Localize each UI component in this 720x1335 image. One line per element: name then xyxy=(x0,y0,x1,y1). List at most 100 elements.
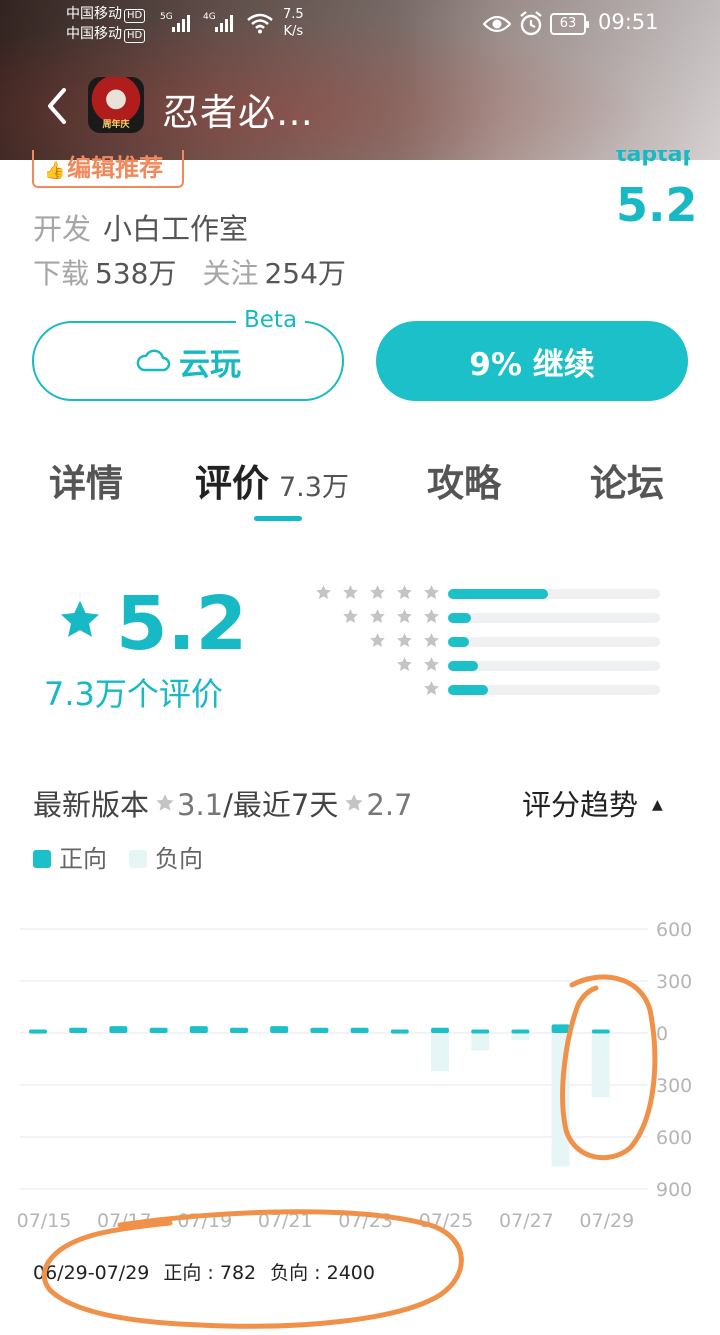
distribution-row-5-star xyxy=(300,584,660,604)
star-icon xyxy=(397,609,412,624)
positive-bar xyxy=(551,1024,570,1033)
positive-bar xyxy=(270,1026,289,1033)
header-banner: 中国移动 HD 中国移动 HD 5G 4G 7.5 K/s 63 09:51 周… xyxy=(0,0,720,160)
tab-details[interactable]: 详情 xyxy=(49,458,123,510)
star-icon xyxy=(424,585,439,600)
cloud-icon xyxy=(136,349,171,372)
legend-positive-label: 正向 xyxy=(59,845,107,873)
net-speed-value: 7.5 xyxy=(283,7,304,22)
positive-bar xyxy=(431,1027,449,1033)
recent-7-days-label: /最近7天 xyxy=(223,788,339,822)
range-dates: 06/29-07/29 xyxy=(33,1262,150,1284)
range-positive: 正向 : 782 xyxy=(163,1262,257,1284)
positive-bar xyxy=(29,1029,47,1034)
app-icon: 周年庆 xyxy=(88,77,144,133)
star-icon xyxy=(424,657,439,672)
downloads-label: 下载 xyxy=(33,257,90,290)
star-icon xyxy=(424,633,439,648)
score-trend-chart: 600 300 0 300 600 900 07/15 07/17 07/19 07/21 07/2… xyxy=(0,900,720,1230)
eye-icon xyxy=(483,15,511,33)
distribution-stars xyxy=(342,608,440,628)
star-icon xyxy=(397,585,412,600)
positive-bar xyxy=(310,1027,329,1033)
y-tick-label: 600 xyxy=(656,919,692,941)
x-tick-label: 07/17 xyxy=(97,1210,152,1230)
tab-guide[interactable]: 攻略 xyxy=(427,458,501,510)
signal-icon-2 xyxy=(215,14,233,32)
distribution-bar-fill xyxy=(448,637,470,647)
positive-bar xyxy=(109,1026,128,1033)
star-icon xyxy=(424,681,439,696)
x-tick-label: 07/19 xyxy=(177,1210,232,1230)
x-tick-label: 07/25 xyxy=(419,1210,474,1230)
positive-bar xyxy=(471,1029,490,1034)
tab-reviews[interactable]: 评价 7.3万 xyxy=(195,458,349,514)
y-tick-label: 0 xyxy=(656,1023,668,1045)
positive-bar xyxy=(511,1029,530,1034)
tab-reviews-label: 评价 xyxy=(195,462,269,505)
distribution-bar-track xyxy=(448,589,660,599)
x-tick-label: 07/21 xyxy=(258,1210,313,1230)
positive-bar xyxy=(350,1027,369,1033)
y-tick-label: 900 xyxy=(656,1179,692,1201)
distribution-stars xyxy=(423,680,440,700)
developer-row: 开发 小白工作室 xyxy=(33,210,248,248)
editor-pick-tag: 👍编辑推荐 xyxy=(32,150,184,188)
follows-label: 关注 xyxy=(202,257,259,290)
positive-bar xyxy=(149,1027,168,1033)
net-speed: 7.5 K/s xyxy=(283,6,304,40)
developer-name[interactable]: 小白工作室 xyxy=(103,212,248,246)
distribution-row-1-star xyxy=(300,680,660,700)
back-arrow-icon[interactable] xyxy=(42,86,72,126)
positive-bar xyxy=(230,1027,248,1033)
app-title: 忍者必… xyxy=(162,91,314,134)
positive-bar xyxy=(189,1026,208,1033)
rating-star-icon xyxy=(60,600,100,637)
hd-badge-2: HD xyxy=(124,29,146,43)
star-icon xyxy=(345,794,364,811)
rating-score: 5.2 xyxy=(116,581,248,667)
distribution-bar-fill xyxy=(448,589,548,599)
stats-row: 下载 538万 关注 254万 xyxy=(33,255,372,293)
taptap-brand: taptap xyxy=(616,150,690,167)
continue-download-button[interactable]: 9% 继续 xyxy=(376,321,688,401)
star-icon xyxy=(343,585,358,600)
distribution-stars xyxy=(396,656,440,676)
network-5g-label: 5G xyxy=(160,12,173,22)
y-tick-label: 600 xyxy=(656,1127,692,1149)
caret-up-icon: ▲ xyxy=(652,797,663,813)
negative-bar xyxy=(591,1033,610,1098)
carrier-1: 中国移动 xyxy=(66,6,122,22)
distribution-row-4-star xyxy=(300,608,660,628)
star-icon xyxy=(343,609,358,624)
star-icon xyxy=(397,633,412,648)
tab-reviews-count: 7.3万 xyxy=(279,472,349,503)
legend-positive: 正向 xyxy=(33,844,107,874)
signal-icon xyxy=(172,14,190,32)
star-icon xyxy=(424,609,439,624)
star-icon xyxy=(370,633,385,648)
distribution-stars xyxy=(369,632,440,652)
distribution-bar-fill xyxy=(448,685,489,695)
x-tick-label: 07/27 xyxy=(499,1210,554,1230)
score-trend-chart-svg: 600 300 0 300 600 900 07/15 07/17 07/19 07/21 07/2… xyxy=(17,919,693,1230)
score-trend-toggle[interactable]: 评分趋势 ▲ xyxy=(522,786,663,824)
active-tab-indicator xyxy=(254,516,302,521)
star-icon xyxy=(156,794,174,811)
thumbs-up-icon: 👍 xyxy=(44,161,66,181)
recent-7-days-score: 2.7 xyxy=(366,788,413,822)
distribution-bar-track xyxy=(448,685,660,695)
range-negative: 负向 : 2400 xyxy=(270,1262,375,1284)
tab-forum[interactable]: 论坛 xyxy=(590,458,664,510)
negative-bar xyxy=(431,1033,449,1072)
downloads-value: 538万 xyxy=(95,257,177,290)
legend-negative-swatch xyxy=(129,850,147,868)
network-4g-label: 4G xyxy=(203,12,216,22)
distribution-bar-fill xyxy=(448,661,478,671)
carrier-info: 中国移动 HD 中国移动 HD xyxy=(66,4,146,44)
star-icon xyxy=(370,609,385,624)
y-tick-label: 300 xyxy=(656,1075,692,1097)
latest-version-label: 最新版本 xyxy=(33,788,150,822)
app-icon-badge: 周年庆 xyxy=(102,120,130,130)
distribution-bar-track xyxy=(448,613,660,623)
